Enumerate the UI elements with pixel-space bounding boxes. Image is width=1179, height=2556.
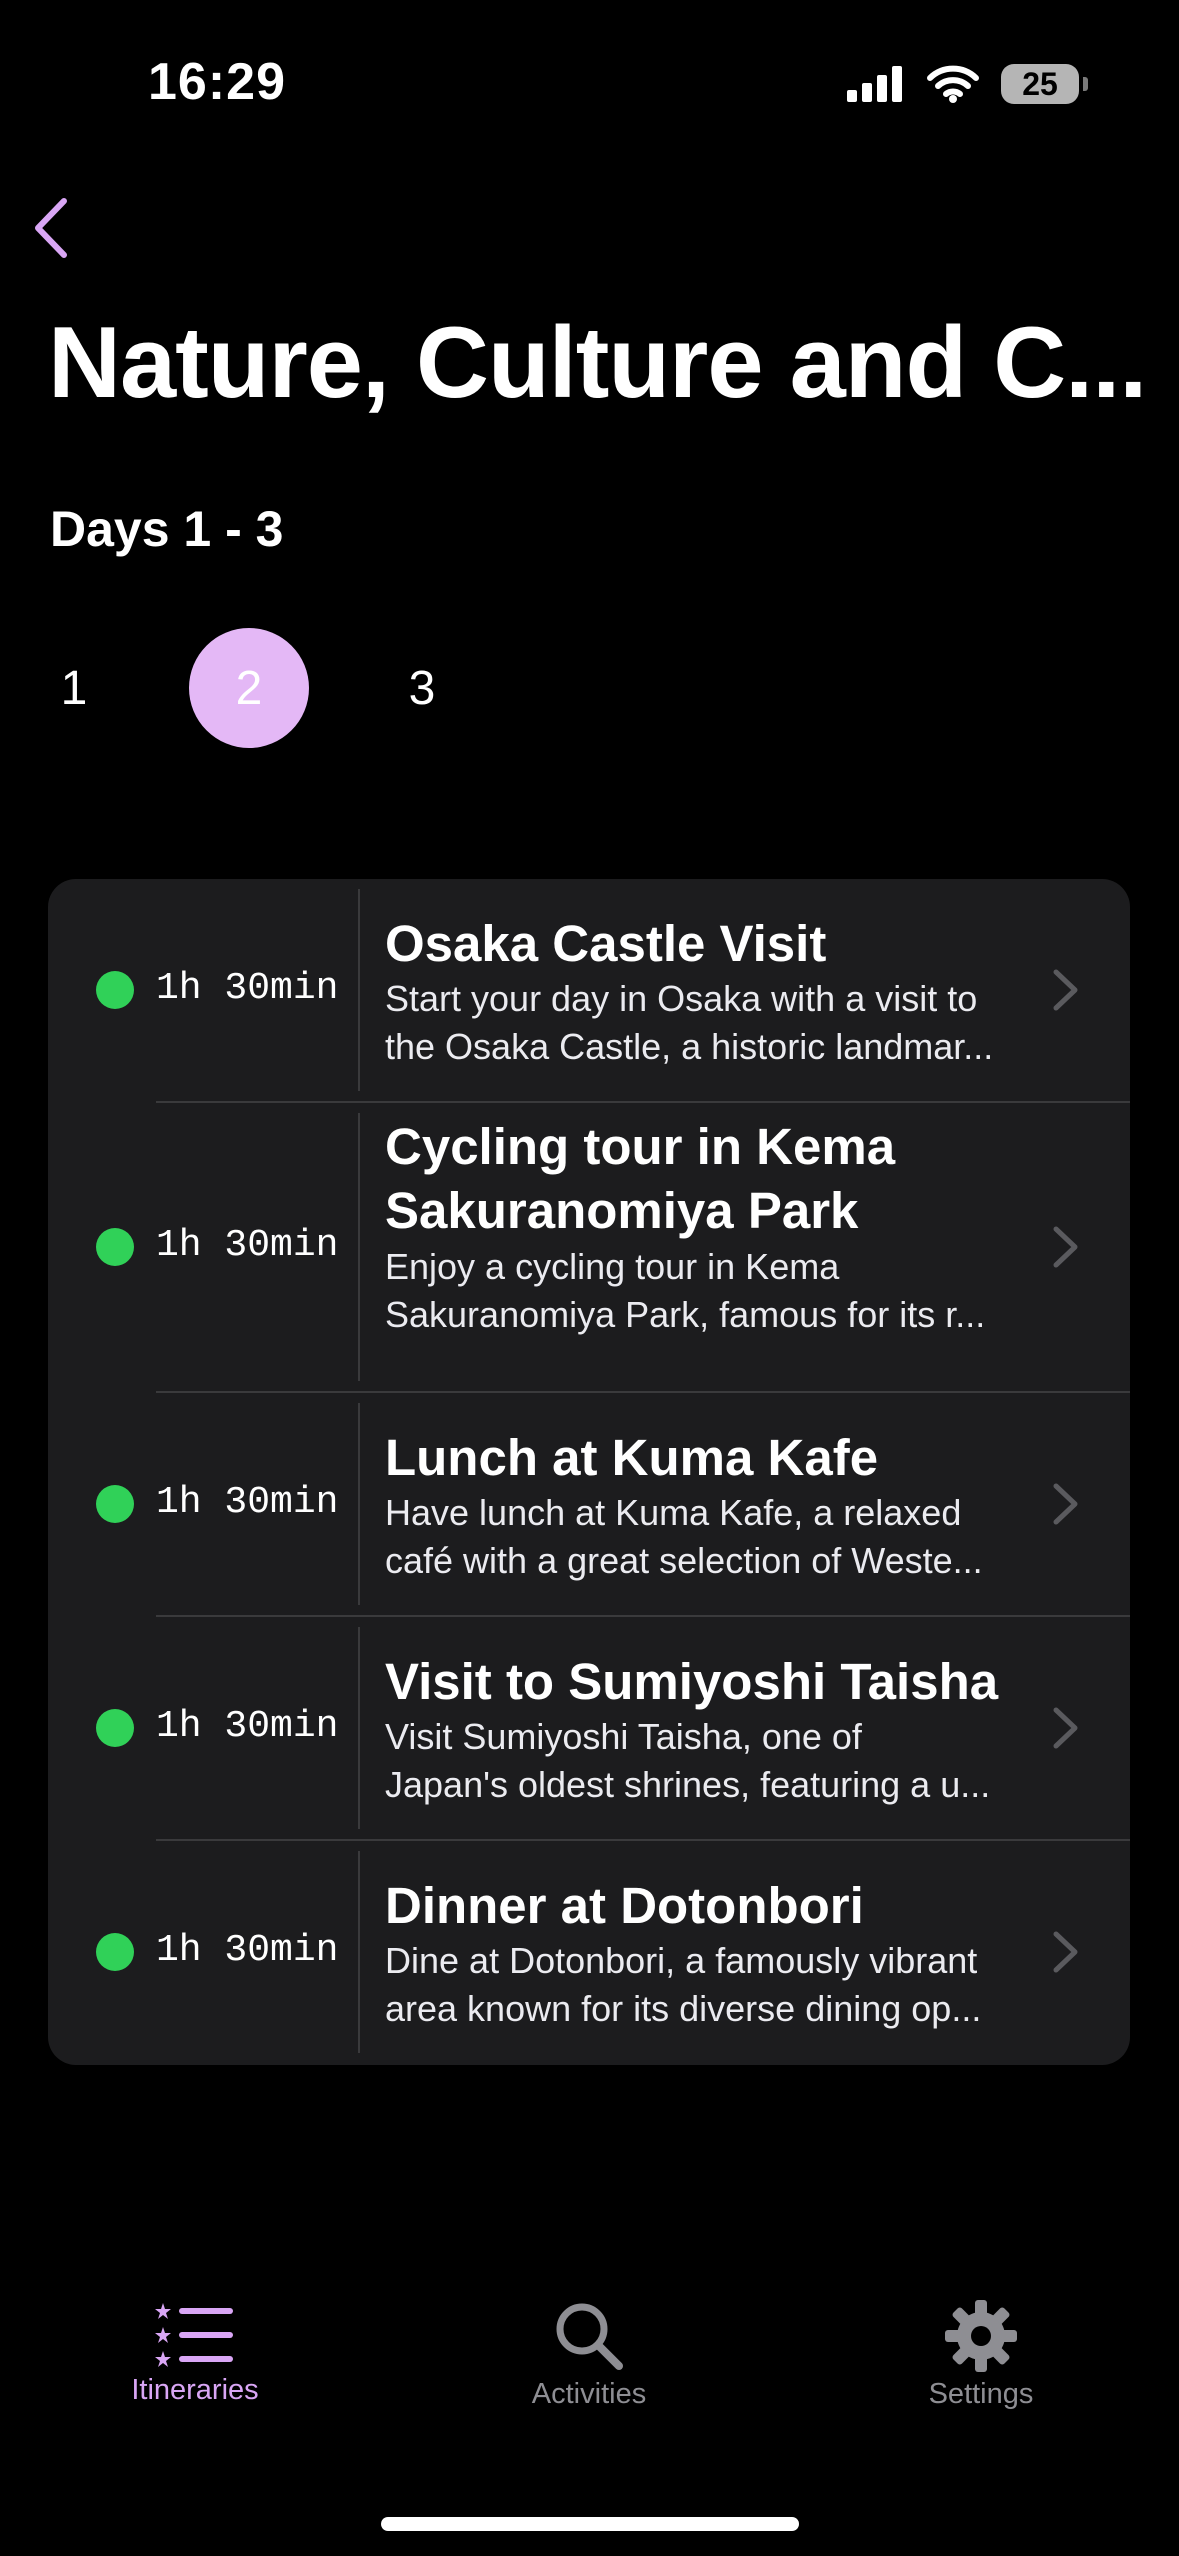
activity-name: Cycling tour in Kema Sakuranomiya Park <box>385 1118 896 1239</box>
status-icons: 25 <box>847 64 1088 104</box>
activity-row-lunch[interactable]: 1h 30min Lunch at Kuma Kafe Have lunch a… <box>48 1393 1130 1617</box>
wifi-icon <box>927 65 979 103</box>
status-dot <box>96 1228 134 1266</box>
activity-description: Have lunch at Kuma Kafe, a relaxed café … <box>385 1492 983 1581</box>
activity-name: Visit to Sumiyoshi Taisha <box>385 1653 999 1710</box>
days-range-label: Days 1 - 3 <box>50 501 284 557</box>
tab-label: Settings <box>928 2378 1034 2410</box>
activity-row-cycling-tour[interactable]: 1h 30min Cycling tour in Kema Sakuranomi… <box>48 1103 1130 1393</box>
status-dot <box>96 1485 134 1523</box>
status-time: 16:29 <box>148 53 286 111</box>
status-bar: 16:29 25 <box>0 0 1179 150</box>
activity-duration: 1h 30min <box>156 1929 339 1972</box>
chevron-right-icon <box>1053 1707 1078 1749</box>
row-divider <box>358 1627 360 1829</box>
battery-icon: 25 <box>1001 64 1088 104</box>
cellular-signal-icon <box>847 66 902 102</box>
status-dot <box>96 1933 134 1971</box>
activity-name: Osaka Castle Visit <box>385 915 827 972</box>
status-dot <box>96 971 134 1009</box>
activity-row-osaka-castle[interactable]: 1h 30min Osaka Castle Visit Start your d… <box>48 879 1130 1103</box>
activity-name: Dinner at Dotonbori <box>385 1877 864 1934</box>
activity-duration: 1h 30min <box>156 1481 339 1524</box>
activity-description: Enjoy a cycling tour in Kema Sakuranomiy… <box>385 1246 986 1335</box>
tab-activities[interactable]: Activities <box>439 2300 739 2411</box>
day-tab-1[interactable]: 1 <box>14 628 134 748</box>
gear-icon <box>945 2300 1017 2372</box>
chevron-right-icon <box>1053 1931 1078 1973</box>
chevron-right-icon <box>1053 1226 1078 1268</box>
chevron-right-icon <box>1053 969 1078 1011</box>
activity-description: Visit Sumiyoshi Taisha, one of Japan's o… <box>385 1716 991 1805</box>
home-indicator[interactable] <box>381 2517 799 2531</box>
chevron-left-icon <box>35 197 67 258</box>
chevron-right-icon <box>1053 1483 1078 1525</box>
row-divider <box>358 1403 360 1605</box>
activities-list: 1h 30min Osaka Castle Visit Start your d… <box>48 879 1130 2065</box>
activity-duration: 1h 30min <box>156 967 339 1010</box>
list-icon <box>155 2303 233 2367</box>
tab-label: Itineraries <box>131 2374 259 2406</box>
row-divider <box>358 1113 360 1381</box>
activity-name: Lunch at Kuma Kafe <box>385 1429 879 1486</box>
day-selector: 1 2 3 <box>0 628 600 750</box>
status-dot <box>96 1709 134 1747</box>
row-divider <box>358 889 360 1091</box>
tab-label: Activities <box>531 2378 647 2410</box>
search-icon <box>556 2303 623 2370</box>
day-tab-3[interactable]: 3 <box>362 628 482 748</box>
activity-description: Start your day in Osaka with a visit to … <box>385 978 994 1067</box>
tab-settings[interactable]: Settings <box>831 2300 1131 2411</box>
activity-row-sumiyoshi[interactable]: 1h 30min Visit to Sumiyoshi Taisha Visit… <box>48 1617 1130 1841</box>
battery-level: 25 <box>1022 65 1058 102</box>
day-tab-2[interactable]: 2 <box>189 628 309 748</box>
row-divider <box>358 1851 360 2053</box>
activity-description: Dine at Dotonbori, a famously vibrant ar… <box>385 1940 982 2029</box>
activity-duration: 1h 30min <box>156 1224 339 1267</box>
activity-row-dotonbori[interactable]: 1h 30min Dinner at Dotonbori Dine at Dot… <box>48 1841 1130 2065</box>
tab-bar: Itineraries Activities Settings <box>0 2300 1179 2480</box>
back-button[interactable] <box>20 190 80 265</box>
activity-duration: 1h 30min <box>156 1705 339 1748</box>
tab-itineraries[interactable]: Itineraries <box>45 2300 345 2407</box>
page-title: Nature, Culture and C... <box>48 307 1147 419</box>
